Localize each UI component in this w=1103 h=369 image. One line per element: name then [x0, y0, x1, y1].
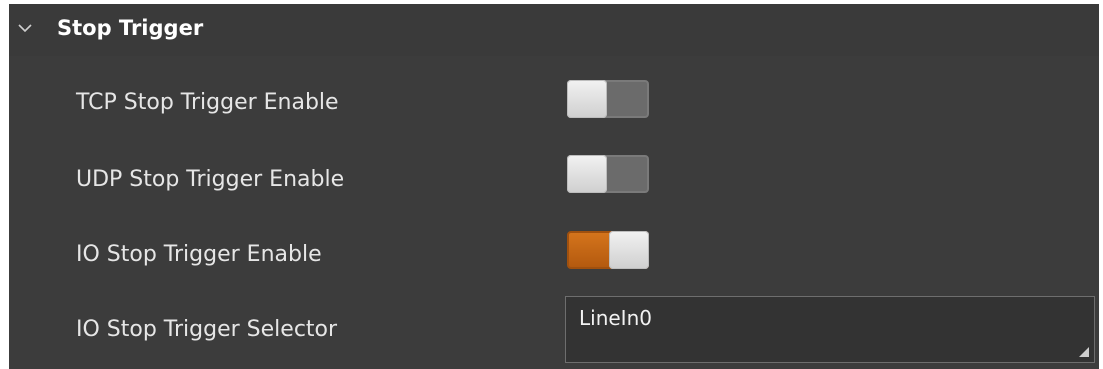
- stop-trigger-panel: Stop Trigger TCP Stop Trigger Enable UDP…: [9, 4, 1099, 369]
- toggle-knob: [567, 80, 607, 118]
- tcp-stop-trigger-enable-label: TCP Stop Trigger Enable: [76, 90, 339, 115]
- resize-grip-icon: [1079, 347, 1089, 357]
- section-title: Stop Trigger: [57, 16, 204, 40]
- toggle-knob: [567, 155, 607, 193]
- io-stop-trigger-selector-label: IO Stop Trigger Selector: [76, 317, 338, 342]
- tcp-stop-trigger-enable-toggle[interactable]: [567, 80, 649, 118]
- io-stop-trigger-selector-dropdown[interactable]: LineIn0: [565, 296, 1095, 363]
- toggle-knob: [609, 231, 649, 269]
- udp-stop-trigger-enable-label: UDP Stop Trigger Enable: [76, 167, 345, 192]
- io-stop-trigger-enable-toggle[interactable]: [567, 231, 649, 269]
- udp-stop-trigger-enable-toggle[interactable]: [567, 155, 649, 193]
- chevron-down-icon[interactable]: [15, 18, 35, 38]
- io-stop-trigger-selector-value: LineIn0: [579, 306, 652, 330]
- io-stop-trigger-enable-label: IO Stop Trigger Enable: [76, 242, 322, 267]
- section-header[interactable]: Stop Trigger: [9, 4, 1099, 56]
